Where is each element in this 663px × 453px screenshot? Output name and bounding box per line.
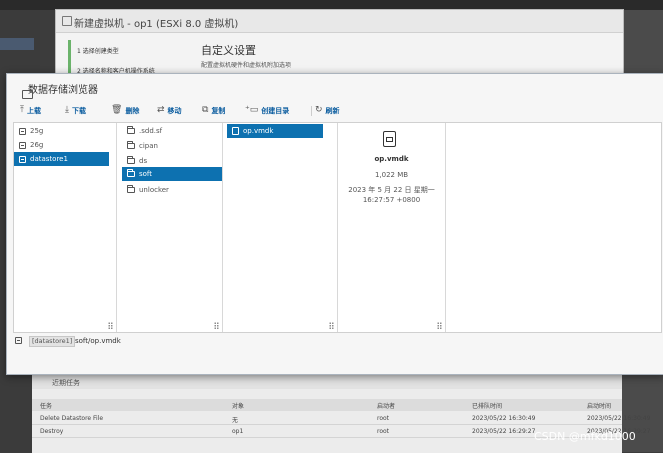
- datastore-icon: [19, 155, 26, 163]
- wizard-title: 新建虚拟机 - op1 (ESXi 8.0 虚拟机): [74, 19, 239, 30]
- browser-panes: 25g 26g datastore1 .sdd.sf cipan ds soft: [13, 122, 662, 333]
- task-initiator: root: [377, 428, 390, 435]
- list-item[interactable]: cipan: [122, 139, 222, 153]
- task-initiator: root: [377, 415, 390, 422]
- file-name: op.vmdk: [374, 155, 409, 163]
- task-object: op1: [232, 428, 244, 435]
- list-item[interactable]: op.vmdk: [227, 124, 323, 138]
- wizard-subtitle: 配置虚拟机硬件和虚拟机附加选项: [201, 62, 292, 69]
- dialog-title: 数据存储浏览器: [15, 81, 98, 99]
- current-path: soft/op.vmdk: [75, 337, 121, 345]
- new-folder-icon: ⁺▭: [245, 105, 259, 115]
- list-item[interactable]: soft: [122, 167, 222, 181]
- vm-icon: [62, 16, 72, 26]
- column-header[interactable]: 任务: [40, 401, 52, 410]
- wizard-step[interactable]: 1 选择创建类型: [77, 46, 119, 55]
- new-vm-wizard: 新建虚拟机 - op1 (ESXi 8.0 虚拟机) 1 选择创建类型 2 选择…: [55, 9, 624, 81]
- folder-icon: [127, 126, 135, 134]
- file-icon: [232, 127, 239, 135]
- task-queued: 2023/05/22 16:29:27: [472, 428, 536, 435]
- folder-icon: [127, 185, 135, 193]
- upload-button[interactable]: ⤒ 上载: [20, 105, 41, 116]
- list-item[interactable]: datastore1: [14, 152, 109, 166]
- datastore-icon: [22, 90, 33, 99]
- task-queued: 2023/05/22 16:30:49: [472, 415, 536, 422]
- move-button[interactable]: ⇄ 移动: [157, 105, 182, 116]
- copy-button[interactable]: ⧉ 复制: [202, 105, 225, 116]
- move-icon: ⇄: [157, 105, 165, 115]
- recent-tasks-header[interactable]: 近期任务: [32, 375, 622, 389]
- list-item[interactable]: ds: [122, 154, 222, 168]
- datastore-icon: [19, 127, 26, 135]
- folder-icon: [127, 141, 135, 149]
- copy-icon: ⧉: [202, 105, 209, 115]
- watermark: CSDN @mfkd1000: [534, 430, 636, 443]
- trash-icon: 🗑: [111, 105, 123, 115]
- table-row[interactable]: Delete Datastore File 无 root 2023/05/22 …: [32, 413, 650, 425]
- column-header[interactable]: 对象: [232, 401, 244, 410]
- pane-resize-handle[interactable]: [329, 322, 334, 329]
- delete-button[interactable]: 🗑 删除: [111, 105, 139, 116]
- file-size: 1,022 MB: [374, 171, 409, 179]
- pane-resize-handle[interactable]: [214, 322, 219, 329]
- list-item[interactable]: 26g: [14, 138, 116, 152]
- column-header[interactable]: 启动者: [377, 401, 395, 410]
- upload-icon: ⤒: [20, 105, 24, 115]
- download-button[interactable]: ⤓ 下载: [65, 105, 86, 116]
- tasks-column-headers: 任务 对象 启动者 已排队时间 启动时间: [32, 399, 622, 411]
- column-header[interactable]: 启动时间: [587, 401, 611, 410]
- file-preview: op.vmdk 1,022 MB 2023 年 5 月 22 日 星期一 16:…: [338, 123, 445, 332]
- refresh-button[interactable]: ↻ 刷新: [315, 105, 340, 116]
- toolbar: ⤒ 上载 ⤓ 下载 🗑 删除 ⇄ 移动 ⧉ 复制 ⁺▭ 创建目录 ↻ 刷新: [7, 101, 663, 119]
- pane-resize-handle[interactable]: [108, 322, 113, 329]
- pane-resize-handle[interactable]: [437, 322, 442, 329]
- recent-tasks-title: 近期任务: [52, 379, 80, 387]
- path-bar: [datastore1] soft/op.vmdk: [7, 334, 663, 348]
- datastore-browser-dialog: 数据存储浏览器 ⤒ 上载 ⤓ 下载 🗑 删除 ⇄ 移动 ⧉ 复制 ⁺▭ 创建目录 ↻ 刷新 2…: [6, 73, 663, 375]
- dialog-title-text: 数据存储浏览器: [28, 85, 98, 96]
- wizard-heading: 自定义设置: [201, 44, 256, 57]
- task-name: Delete Datastore File: [40, 415, 104, 422]
- folder-icon: [127, 169, 135, 177]
- refresh-icon: ↻: [315, 105, 323, 115]
- datastore-tag: [datastore1]: [29, 336, 76, 347]
- datastore-icon: [15, 337, 22, 344]
- list-item[interactable]: .sdd.sf: [122, 124, 222, 138]
- navigator-selected-item[interactable]: [0, 38, 34, 50]
- task-object: 无: [232, 417, 239, 424]
- file-details-pane: op.vmdk 1,022 MB 2023 年 5 月 22 日 星期一 16:…: [338, 123, 446, 332]
- list-item[interactable]: 25g: [14, 124, 116, 138]
- folder-list-pane: .sdd.sf cipan ds soft unlocker: [122, 123, 223, 332]
- wizard-titlebar: 新建虚拟机 - op1 (ESXi 8.0 虚拟机): [56, 10, 623, 33]
- disk-file-icon: [383, 131, 396, 147]
- datastore-icon: [19, 141, 26, 149]
- file-list-pane: op.vmdk: [227, 123, 338, 332]
- toolbar-divider: [311, 106, 312, 116]
- folder-icon: [127, 156, 135, 164]
- column-header[interactable]: 已排队时间: [472, 401, 502, 410]
- create-directory-button[interactable]: ⁺▭ 创建目录: [245, 105, 289, 116]
- task-name: Destroy: [40, 428, 64, 435]
- file-modified-date: 2023 年 5 月 22 日 星期一 16:27:57 +0800: [348, 186, 435, 204]
- list-item[interactable]: unlocker: [122, 183, 222, 197]
- task-started: 2023/05/22 16:30:49: [587, 415, 651, 422]
- download-icon: ⤓: [65, 105, 69, 115]
- datastore-list-pane: 25g 26g datastore1: [14, 123, 117, 332]
